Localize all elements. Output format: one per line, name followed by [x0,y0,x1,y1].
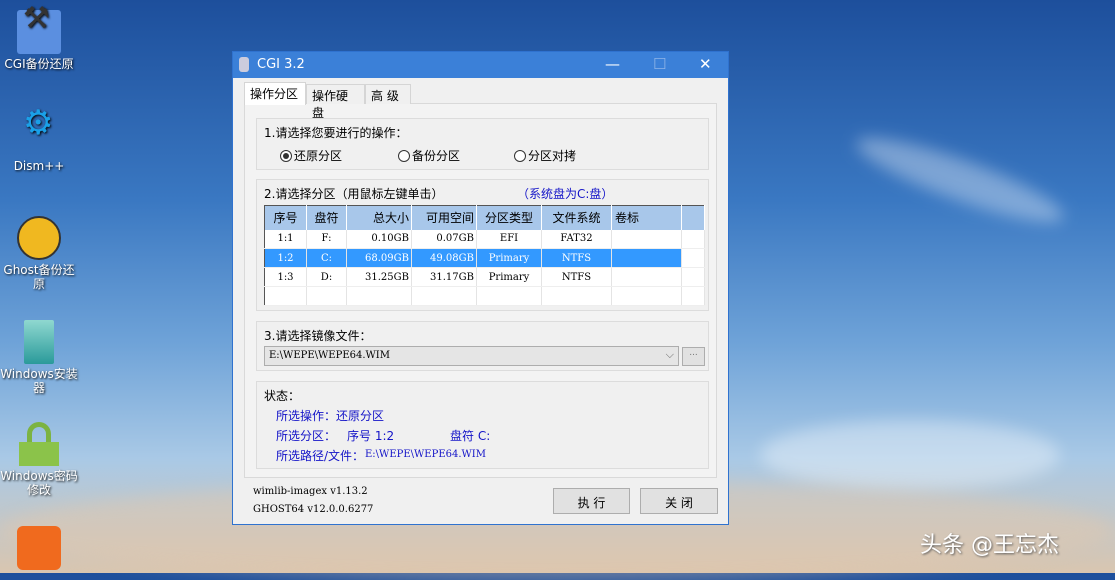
radio-copy[interactable]: 分区对拷 [514,147,576,164]
close-dialog-button[interactable]: 关 闭 [640,488,718,514]
col-header[interactable]: 盘符 [306,205,347,230]
status-partition-label: 所选分区： [276,429,337,443]
radio-circle[interactable] [280,149,292,162]
minimize-button[interactable]: — [605,55,620,73]
radio-backup[interactable]: 备份分区 [398,147,460,164]
cell: 1:2 [264,248,307,268]
cell [611,267,682,287]
status-operation: 所选操作：还原分区 [276,409,385,423]
icon-label: Windows密码修改 [0,469,78,497]
cell: 0.10GB [346,229,412,249]
close-button[interactable]: ✕ [699,55,712,73]
chevron-down-icon[interactable]: ⌵ [666,348,674,362]
wimlib-version: wimlib-imagex v1.13.2 [253,486,368,497]
window-title: CGI 3.2 [257,57,305,72]
image-label: 3.请选择镜像文件： [264,329,372,343]
cell: NTFS [541,248,612,268]
table-row[interactable]: 1:3 D: 31.25GB 31.17GB Primary NTFS [264,267,705,287]
desktop-icon-ghost[interactable]: Ghost备份还原 [0,216,78,291]
partition-group: 2.请选择分区（用鼠标左键单击） （系统盘为C:盘） 序号 盘符 总大小 可用空… [256,179,709,311]
title-bar[interactable]: CGI 3.2 — ☐ ✕ [233,52,728,78]
col-header[interactable]: 分区类型 [476,205,542,230]
icon-label: CGI备份还原 [4,57,74,71]
desktop-icon-dism[interactable]: ⚙ Dism++ [0,103,78,173]
cell: C: [306,248,347,268]
radio-label: 分区对拷 [528,149,577,163]
col-header[interactable]: 卷标 [611,205,682,230]
cell: EFI [476,229,542,249]
table-row-selected[interactable]: 1:2 C: 68.09GB 49.08GB Primary NTFS [264,248,705,268]
cell: Primary [476,248,542,268]
tab-operate-disk[interactable]: 操作硬盘 [306,84,365,120]
gear-icon: ⚙ [23,103,54,143]
radio-restore[interactable]: 还原分区 [280,147,342,164]
col-header[interactable]: 总大小 [346,205,412,230]
operation-label: 1.请选择您要进行的操作： [264,126,408,140]
windows-box-icon [24,320,54,364]
icon-label: Ghost备份还原 [3,263,75,291]
desktop-icon-wininstall[interactable]: Windows安装器 [0,320,78,395]
table-row[interactable]: 1:1 F: 0.10GB 0.07GB EFI FAT32 [264,229,705,249]
desktop-icon-diskgenius[interactable] [0,526,78,573]
table-header: 序号 盘符 总大小 可用空间 分区类型 文件系统 卷标 [264,205,705,230]
cell: FAT32 [541,229,612,249]
col-header[interactable]: 可用空间 [411,205,477,230]
ghost-version: GHOST64 v12.0.0.6277 [253,504,374,515]
partition-table: 序号 盘符 总大小 可用空间 分区类型 文件系统 卷标 1:1 F: 0.10GB 0… [264,205,705,306]
tab-advanced[interactable]: 高 级 [365,84,411,104]
app-icon [239,57,249,72]
radio-circle[interactable] [514,149,526,162]
desktop-icon-password[interactable]: Windows密码修改 [0,422,78,497]
ghost-icon [17,216,61,260]
cell: Primary [476,267,542,287]
cell: 68.09GB [346,248,412,268]
operation-group: 1.请选择您要进行的操作： 还原分区 备份分区 分区对拷 [256,118,709,170]
cgi-window: CGI 3.2 — ☐ ✕ 1.请选择您要进行的操作： 还原分区 备份分区 分区… [232,51,729,525]
maximize-button[interactable]: ☐ [653,55,666,73]
cell [611,248,682,268]
partition-label: 2.请选择分区（用鼠标左键单击） [264,187,444,201]
status-partition-drive: 盘符 C: [450,429,491,443]
status-path-label: 所选路径/文件： [276,449,365,463]
icon-label: Windows安装器 [0,367,78,395]
cell: 31.25GB [346,267,412,287]
tab-panel: 1.请选择您要进行的操作： 还原分区 备份分区 分区对拷 2.请选择分区（用鼠标… [244,103,717,478]
cell: F: [306,229,347,249]
radio-circle[interactable] [398,149,410,162]
diskgenius-icon [17,526,61,570]
desktop-icon-cgi[interactable]: ⚒ CGI备份还原 [0,4,78,72]
status-label: 状态： [264,389,301,403]
browse-button[interactable]: ... [682,347,705,366]
execute-button[interactable]: 执 行 [553,488,630,514]
image-path-value: E:\WEPE\WEPE64.WIM [269,350,390,361]
cell: 1:3 [264,267,307,287]
cgi-hammer-icon: ⚒ [17,4,61,54]
cell: NTFS [541,267,612,287]
radio-label: 备份分区 [412,149,461,163]
image-file-select[interactable]: E:\WEPE\WEPE64.WIM ⌵ [264,346,679,366]
table-row-empty [264,286,705,306]
cell: D: [306,267,347,287]
cell [611,229,682,249]
cell: 0.07GB [411,229,477,249]
status-partition-index: 序号 1:2 [347,429,395,443]
watermark: 头条 @王忘杰 [920,533,1059,558]
col-header[interactable]: 序号 [264,205,307,230]
status-path-value: E:\WEPE\WEPE64.WIM [365,449,486,460]
tab-operate-partition[interactable]: 操作分区 [244,82,306,105]
cell: 1:1 [264,229,307,249]
col-header[interactable]: 文件系统 [541,205,612,230]
image-group: 3.请选择镜像文件： E:\WEPE\WEPE64.WIM ⌵ ... [256,321,709,371]
cell: 49.08GB [411,248,477,268]
status-group: 状态： 所选操作：还原分区 所选分区： 序号 1:2 盘符 C: 所选路径/文件… [256,381,709,469]
radio-label: 还原分区 [294,149,343,163]
lock-icon [17,422,61,466]
system-disk-note: （系统盘为C:盘） [517,187,614,201]
cell: 31.17GB [411,267,477,287]
icon-label: Dism++ [13,159,65,173]
